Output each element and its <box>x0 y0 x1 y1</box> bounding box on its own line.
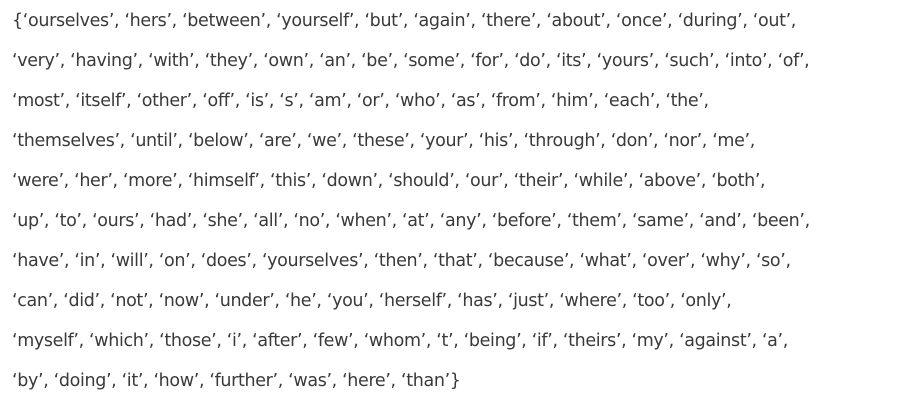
text-line: ‘were’, ‘her’, ‘more’, ‘himself’, ‘this’… <box>12 171 766 191</box>
stopwords-set-text: {‘ourselves’, ‘hers’, ‘between’, ‘yourse… <box>0 0 924 405</box>
text-line: ‘up’, ‘to’, ‘ours’, ‘had’, ‘she’, ‘all’,… <box>12 211 810 231</box>
text-line: ‘very’, ‘having’, ‘with’, ‘they’, ‘own’,… <box>12 51 810 71</box>
text-line: ‘most’, ‘itself’, ‘other’, ‘off’, ‘is’, … <box>12 91 709 111</box>
text-line: ‘can’, ‘did’, ‘not’, ‘now’, ‘under’, ‘he… <box>12 291 732 311</box>
text-line: ‘themselves’, ‘until’, ‘below’, ‘are’, ‘… <box>12 131 755 151</box>
text-line: ‘by’, ‘doing’, ‘it’, ‘how’, ‘further’, ‘… <box>12 371 461 391</box>
text-line: ‘myself’, ‘which’, ‘those’, ‘i’, ‘after’… <box>12 331 788 351</box>
text-line: ‘have’, ‘in’, ‘will’, ‘on’, ‘does’, ‘you… <box>12 251 791 271</box>
text-line: {‘ourselves’, ‘hers’, ‘between’, ‘yourse… <box>12 11 797 31</box>
